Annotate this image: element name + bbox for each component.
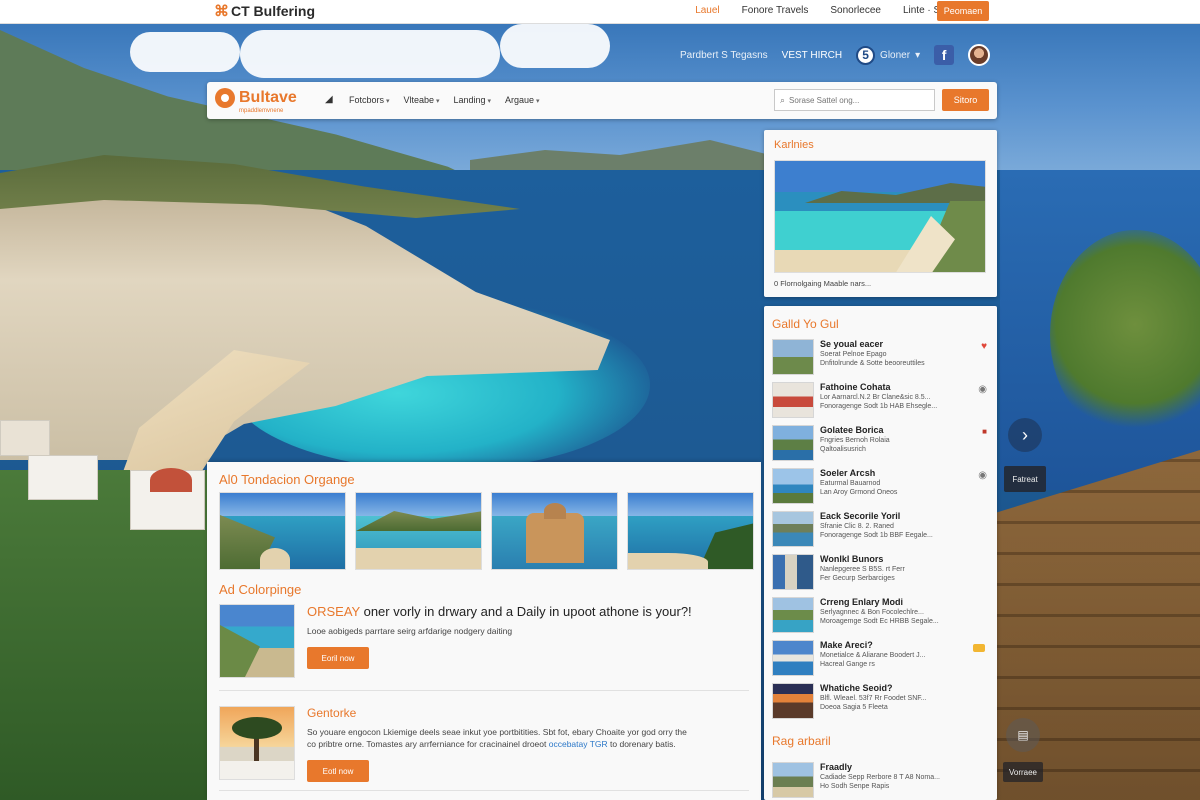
main-content: Al0 Tondacion Organge Ad Colorpinge ORSE… [207, 462, 761, 800]
avatar[interactable] [968, 44, 991, 66]
hero-overlay-bar: Pardbert S Tegasns VEST HIRCH 5 Gloner ▾… [680, 44, 991, 66]
cloud [130, 32, 240, 72]
feature-title: Gentorke [307, 706, 357, 720]
feature-cta-button[interactable]: Eoril now [307, 647, 369, 669]
church-dome [150, 468, 192, 492]
list-thumbnail [772, 468, 814, 504]
info-icon[interactable]: ◉ [978, 470, 987, 481]
list-item[interactable]: Wonlkl Bunors Nanlepgeree S B5S. rt Ferr F… [772, 554, 989, 597]
list-thumbnail [772, 554, 814, 590]
section-title: Ad Colorpinge [219, 582, 302, 597]
list-item[interactable]: Make Areci? Monetialce & Aliarane Boodert… [772, 640, 989, 683]
feature-card: ORSEAY oner vorly in drwary and a Daily … [219, 604, 747, 678]
list-thumbnail [772, 382, 814, 418]
list-item[interactable]: Whatiche Seoid? Blfl. Wleael. 53f7 Rr Foo… [772, 683, 989, 726]
main-header: Bultave mpaddlemvnene ◢ Fotcbors Vlteabe… [207, 82, 997, 119]
main-nav-dropdown[interactable]: Landing [453, 95, 491, 105]
divider [219, 790, 749, 791]
list-item[interactable]: Soeler Arcsh Eaturmal Bauarnod Lan Aroy Gr… [772, 468, 989, 511]
gallery-thumbnail[interactable] [355, 492, 482, 570]
logo-tagline: mpaddlemvnene [239, 108, 284, 114]
divider [219, 690, 749, 691]
site-brand[interactable]: ⌘ CT Bulfering [214, 2, 315, 20]
sidebar-title: Rag arbaril [772, 734, 831, 748]
list-thumbnail [772, 762, 814, 798]
feature-description: So youare engocon Lkiemige deels seae in… [307, 727, 687, 749]
overlay-link[interactable]: VEST HIRCH [782, 50, 842, 61]
list-thumbnail [772, 640, 814, 676]
site-logo[interactable]: Bultave mpaddlemvnene [215, 88, 297, 114]
list-thumbnail [772, 425, 814, 461]
top-nav-item[interactable]: Lauel [695, 5, 719, 16]
tag-icon[interactable] [973, 644, 985, 652]
top-nav-item[interactable]: Fonore Travels [742, 5, 809, 16]
list-thumbnail [772, 339, 814, 375]
logo-name: Bultave [239, 89, 297, 106]
feature-image[interactable] [219, 604, 295, 678]
list-item[interactable]: Eack Secorile Yoril Sfranie Clic 8. 2. Ra… [772, 511, 989, 554]
sidebar-caption: 0 Flornolgaing Maable nars... [774, 279, 872, 288]
brand-logo-icon: ⌘ [214, 3, 229, 20]
info-icon[interactable]: ◉ [978, 384, 987, 395]
cloud [500, 24, 610, 68]
printer-label: Vorraee [1003, 762, 1043, 782]
sidebar-feature-box: Karlnies 0 Flornolgaing Maable nars... [764, 130, 997, 297]
bullhorn-icon[interactable]: ◢ [325, 94, 333, 105]
house [0, 420, 50, 456]
list-thumbnail [772, 683, 814, 719]
brand-name: CT Bulfering [231, 3, 315, 19]
search-icon: ⌕ [780, 94, 786, 105]
gallery-thumbnail[interactable] [627, 492, 754, 570]
site-topbar: ⌘ CT Bulfering Lauel Fonore Travels Sono… [0, 0, 1200, 24]
feature-headline: ORSEAY oner vorly in drwary and a Daily … [307, 604, 692, 619]
main-nav: Fotcbors Vlteabe Landing Argaue [349, 95, 540, 105]
list-thumbnail [772, 597, 814, 633]
logo-icon [215, 88, 235, 108]
destination-gallery [219, 492, 754, 570]
section-title: Al0 Tondacion Organge [219, 472, 355, 487]
list-thumbnail [772, 511, 814, 547]
search-button[interactable]: Sitoro [942, 89, 989, 111]
feature-description: Looe aobigeds parrtare seirg arfdarige n… [307, 626, 513, 636]
list-item[interactable]: Golatee Borica Fngries Bernoh Rolaia Qalto… [772, 425, 989, 468]
feature-cta-button[interactable]: Eotl now [307, 760, 369, 782]
search-box: ⌕ [774, 89, 935, 111]
list-item[interactable]: Fathoine Cohata Lor Aarnarcl.N.2 Br Clane… [772, 382, 989, 425]
chevron-down-icon: ▾ [915, 49, 921, 61]
printer-icon[interactable]: ▤ [1006, 718, 1040, 752]
sidebar-list-box: Galld Yo Gul Se youal eacer Soerat Pelnoe… [764, 306, 997, 800]
facebook-icon[interactable]: f [934, 45, 955, 65]
gallery-thumbnail[interactable] [219, 492, 346, 570]
feature-card: Gentorke So youare engocon Lkiemige deel… [219, 706, 747, 782]
next-arrow-icon[interactable]: › [1008, 418, 1042, 452]
feature-image[interactable] [219, 706, 295, 780]
sidebar-title: Karlnies [774, 139, 814, 151]
inline-link[interactable]: occebatay TGR [549, 739, 608, 749]
list-item[interactable]: Crreng Enlary Modi Serlyagnnec & Bon Foco… [772, 597, 989, 640]
list-item[interactable]: Fraadly Cadiade Sepp Rerbore 8 T A8 Noma.… [772, 762, 989, 800]
top-nav-item[interactable]: Sonorlecee [830, 5, 881, 16]
top-cta-button[interactable]: Peomaen [937, 1, 989, 21]
language-selector[interactable]: 5 Gloner ▾ [856, 45, 921, 65]
sidebar-title: Galld Yo Gul [772, 317, 839, 331]
cloud [240, 30, 500, 78]
overlay-link[interactable]: Pardbert S Tegasns [680, 50, 768, 61]
main-nav-dropdown[interactable]: Argaue [505, 95, 540, 105]
heart-icon[interactable]: ♥ [981, 341, 987, 352]
search-input[interactable] [789, 95, 920, 105]
sidebar-sub-list: Fraadly Cadiade Sepp Rerbore 8 T A8 Noma.… [772, 762, 989, 800]
main-nav-dropdown[interactable]: Vlteabe [403, 95, 439, 105]
list-item[interactable]: Se youal eacer Soerat Pelnoe Epago Dnfitol… [772, 339, 989, 382]
main-nav-dropdown[interactable]: Fotcbors [349, 95, 389, 105]
sidebar-feature-image[interactable] [774, 160, 986, 273]
sidebar-list: Se youal eacer Soerat Pelnoe Epago Dnfitol… [772, 339, 989, 726]
flag-icon[interactable]: ■ [982, 427, 987, 436]
tooltip-button[interactable]: Fatreat [1004, 466, 1046, 492]
house [28, 455, 98, 500]
gallery-thumbnail[interactable] [491, 492, 618, 570]
language-label: Gloner [880, 49, 911, 61]
language-icon: 5 [856, 45, 876, 65]
